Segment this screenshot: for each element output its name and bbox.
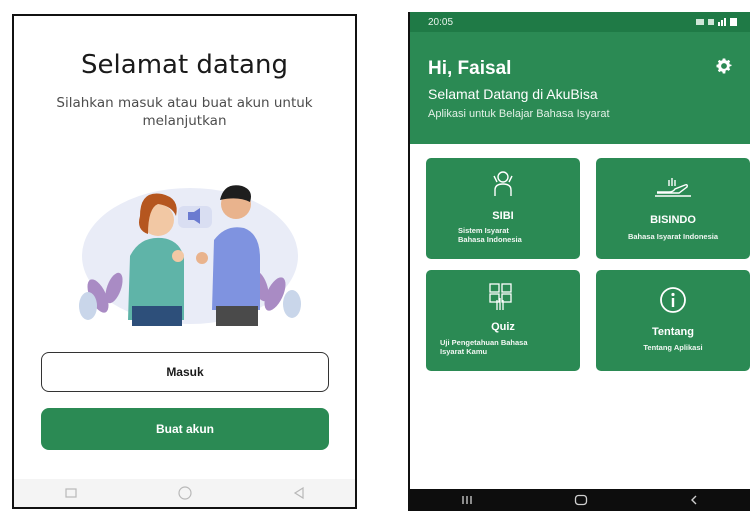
sibi-card-desc: Sistem Isyarat Bahasa Indonesia [458, 226, 522, 244]
bisindo-card-desc: Bahasa Isyarat Indonesia [627, 232, 719, 241]
android-nav-bar [14, 479, 355, 507]
register-button[interactable]: Buat akun [41, 408, 329, 450]
welcome-title: Selamat datang [81, 50, 288, 80]
back-triangle-icon[interactable] [292, 486, 306, 500]
sibi-card-title: SIBI [492, 210, 514, 222]
status-bar: 20:05 [410, 12, 750, 32]
welcome-subtitle: Silahkan masuk atau buat akun untuk mela… [56, 95, 313, 129]
circle-icon[interactable] [177, 485, 193, 501]
about-card-title: Tentang [652, 326, 694, 338]
home-icon[interactable] [574, 494, 588, 506]
gear-icon[interactable] [714, 56, 734, 76]
back-icon[interactable] [689, 494, 699, 506]
about-card[interactable]: Tentang Tentang Aplikasi [596, 270, 750, 371]
conversation-illustration [79, 185, 301, 326]
recents-icon[interactable] [461, 495, 473, 505]
quiz-hand-icon [489, 283, 512, 310]
sibi-sign-icon [493, 171, 513, 196]
login-button[interactable]: Masuk [41, 352, 329, 392]
app-header: Hi, Faisal Selamat Datang di AkuBisa Apl… [410, 32, 750, 144]
android-nav-bar-dark [410, 489, 750, 511]
bisindo-hand-icon [655, 178, 691, 197]
quiz-card[interactable]: Quiz Uji Pengetahuan Bahasa Isyarat Kamu [426, 270, 580, 371]
square-icon[interactable] [64, 486, 78, 500]
welcome-screen: Selamat datang Silahkan masuk atau buat … [12, 14, 357, 509]
about-card-desc: Tentang Aplikasi [643, 343, 703, 352]
quiz-card-desc: Uji Pengetahuan Bahasa Isyarat Kamu [440, 338, 528, 356]
header-title: Selamat Datang di AkuBisa [428, 86, 598, 102]
status-time: 20:05 [428, 16, 454, 28]
sibi-card[interactable]: SIBI Sistem Isyarat Bahasa Indonesia [426, 158, 580, 259]
greeting-text: Hi, Faisal [428, 58, 512, 79]
status-icons [696, 18, 737, 26]
bisindo-card-title: BISINDO [650, 214, 696, 226]
info-icon [660, 287, 686, 313]
bisindo-card[interactable]: BISINDO Bahasa Isyarat Indonesia [596, 158, 750, 259]
home-screen: 20:05 Hi, Faisal Selamat Datang di AkuBi… [408, 12, 750, 511]
quiz-card-title: Quiz [491, 321, 515, 333]
header-subtitle: Aplikasi untuk Belajar Bahasa Isyarat [428, 108, 610, 120]
